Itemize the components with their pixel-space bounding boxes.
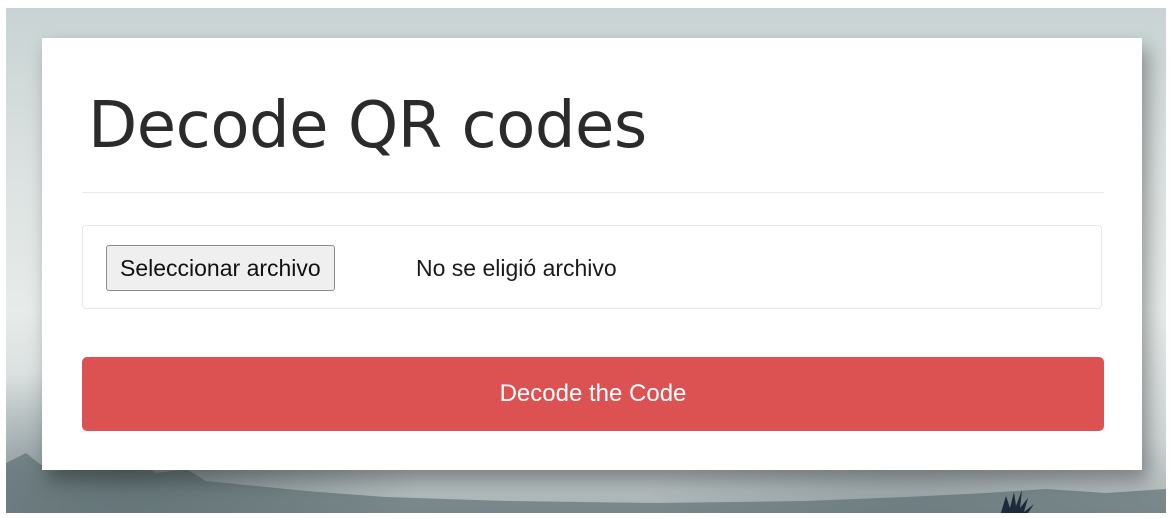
file-input-container: Seleccionar archivo No se eligió archivo xyxy=(82,225,1102,309)
decoder-card: Decode QR codes Seleccionar archivo No s… xyxy=(42,38,1142,470)
page-title: Decode QR codes xyxy=(88,89,647,163)
title-divider xyxy=(82,192,1104,193)
choose-file-button[interactable]: Seleccionar archivo xyxy=(106,245,335,291)
file-status-text: No se eligió archivo xyxy=(416,255,617,281)
bird-icon xyxy=(1000,490,1034,513)
decode-button[interactable]: Decode the Code xyxy=(82,357,1104,431)
